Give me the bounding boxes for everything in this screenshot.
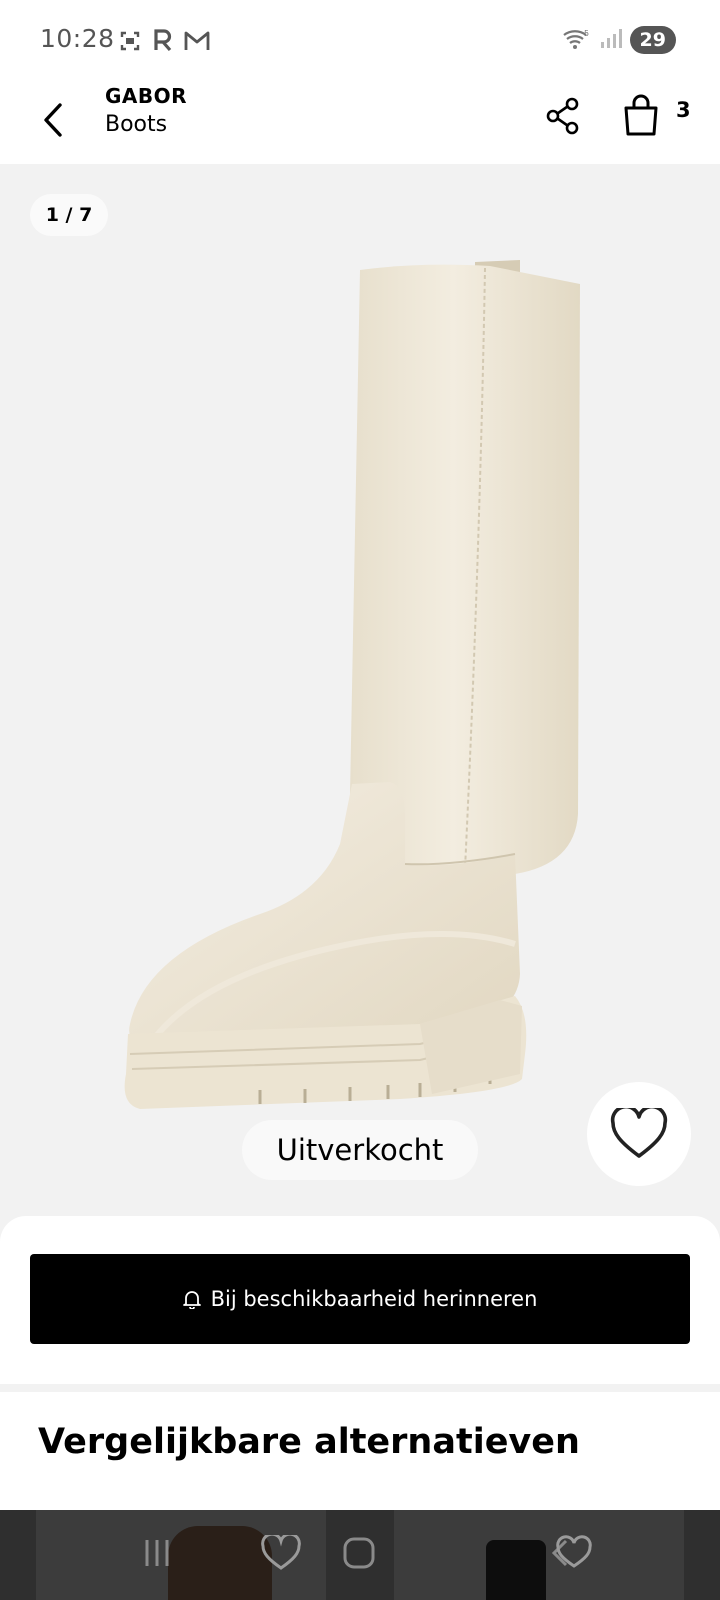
alternatives-title: Vergelijkbare alternatieven — [38, 1422, 580, 1462]
alternative-product-image — [168, 1526, 272, 1600]
status-system-icons: 5 29 — [562, 26, 676, 54]
alternative-product-image — [486, 1540, 546, 1600]
signal-icon — [600, 27, 622, 53]
notify-when-available-button[interactable]: Bij beschikbaarheid herinneren — [30, 1254, 690, 1344]
back-nav-icon[interactable] — [548, 1530, 594, 1576]
svg-text:5: 5 — [584, 29, 589, 38]
status-bar: 10:28 5 29 — [0, 0, 720, 80]
notify-button-label: Bij beschikbaarheid herinneren — [210, 1287, 538, 1311]
bottom-navigation — [0, 1510, 720, 1600]
status-time: 10:28 — [40, 24, 115, 53]
product-image[interactable] — [120, 254, 600, 1154]
wifi-icon: 5 — [562, 26, 592, 54]
status-notification-icons — [118, 28, 210, 58]
r-app-icon — [152, 28, 174, 58]
back-button[interactable] — [30, 90, 78, 150]
product-gallery[interactable]: 1 / 7 Uitverkocht — [0, 164, 720, 1220]
screenshot-icon — [118, 29, 142, 57]
product-brand: GABOR — [105, 84, 188, 108]
image-counter: 1 / 7 — [30, 194, 108, 236]
battery-indicator: 29 — [629, 26, 676, 54]
sold-out-badge: Uitverkocht — [242, 1120, 478, 1180]
product-category: Boots — [105, 112, 168, 137]
alternatives-section: Vergelijkbare alternatieven — [0, 1392, 720, 1512]
heart-icon — [610, 1108, 668, 1158]
wishlist-nav-icon[interactable] — [258, 1530, 304, 1576]
recent-apps-icon[interactable] — [134, 1530, 180, 1576]
share-icon — [546, 97, 579, 135]
gmail-icon — [184, 30, 210, 56]
share-button[interactable] — [540, 88, 586, 144]
shopping-bag-icon — [624, 94, 658, 136]
chevron-left-icon — [44, 103, 62, 137]
bell-icon — [182, 1291, 201, 1309]
wishlist-button[interactable] — [587, 1082, 691, 1186]
action-sheet: Bij beschikbaarheid herinneren — [0, 1216, 720, 1384]
cart-button[interactable] — [618, 86, 664, 142]
home-icon[interactable] — [336, 1530, 382, 1576]
app-bar: GABOR Boots 3 — [0, 80, 720, 164]
cart-count-badge: 3 — [676, 98, 691, 122]
